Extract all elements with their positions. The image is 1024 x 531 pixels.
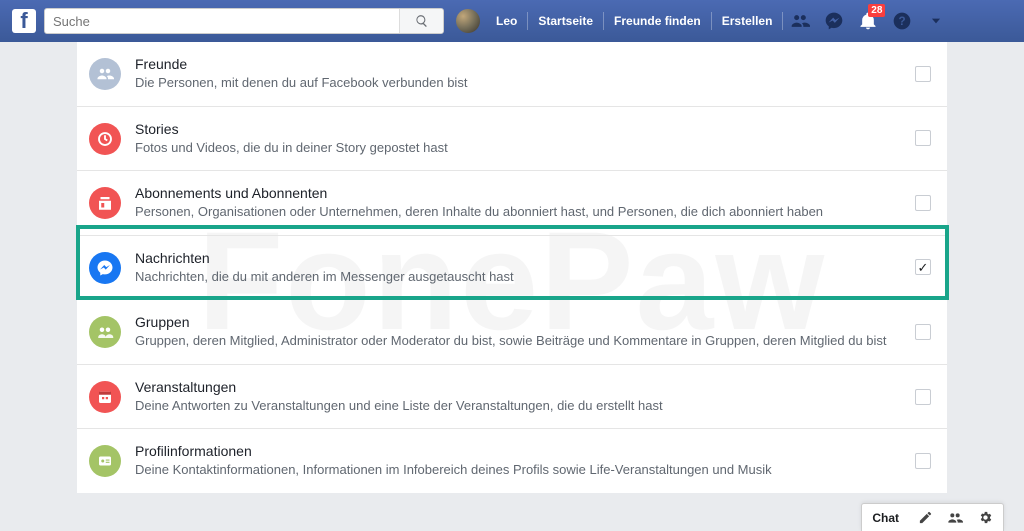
search-icon <box>415 14 429 28</box>
notifications-badge: 28 <box>868 4 885 17</box>
row-body: Abonnements und Abonnenten Personen, Orga… <box>135 185 931 221</box>
chat-settings-button[interactable] <box>977 510 993 526</box>
chat-dock[interactable]: Chat <box>861 503 1004 531</box>
facebook-logo-icon[interactable]: f <box>12 9 36 33</box>
settings-list: Freunde Die Personen, mit denen du auf Fa… <box>77 42 947 493</box>
row-checkbox[interactable] <box>915 389 931 405</box>
row-checkbox[interactable] <box>915 324 931 340</box>
friend-requests-button[interactable] <box>787 0 813 42</box>
row-title: Nachrichten <box>135 250 903 266</box>
help-icon: ? <box>892 11 912 31</box>
settings-row-events: Veranstaltungen Deine Antworten zu Verans… <box>77 365 947 430</box>
row-title: Abonnements und Abonnenten <box>135 185 903 201</box>
messages-icon <box>89 252 121 284</box>
people-icon <box>947 510 963 526</box>
settings-row-groups: Gruppen Gruppen, deren Mitglied, Administ… <box>77 300 947 365</box>
chevron-down-icon <box>929 14 943 28</box>
chat-label: Chat <box>872 511 899 525</box>
nav-home[interactable]: Startseite <box>528 0 603 42</box>
messenger-button[interactable] <box>821 0 847 42</box>
row-body: Gruppen Gruppen, deren Mitglied, Administ… <box>135 314 931 350</box>
search-button[interactable] <box>399 9 443 33</box>
row-title: Stories <box>135 121 903 137</box>
account-menu-button[interactable] <box>923 0 949 42</box>
settings-row-messages: Nachrichten Nachrichten, die du mit ander… <box>77 236 947 301</box>
stories-icon <box>89 123 121 155</box>
row-checkbox[interactable] <box>915 195 931 211</box>
row-desc: Fotos und Videos, die du in deiner Story… <box>135 139 903 157</box>
events-icon <box>89 381 121 413</box>
row-checkbox[interactable] <box>915 259 931 275</box>
row-desc: Deine Kontaktinformationen, Informatione… <box>135 461 903 479</box>
help-button[interactable]: ? <box>889 0 915 42</box>
row-desc: Nachrichten, die du mit anderen im Messe… <box>135 268 903 286</box>
settings-row-profile: Profilinformationen Deine Kontaktinformat… <box>77 429 947 493</box>
row-title: Profilinformationen <box>135 443 903 459</box>
row-desc: Deine Antworten zu Veranstaltungen und e… <box>135 397 903 415</box>
settings-row-friends: Freunde Die Personen, mit denen du auf Fa… <box>77 42 947 107</box>
nav-divider <box>782 12 783 30</box>
notifications-button[interactable]: 28 <box>855 0 881 42</box>
follows-icon <box>89 187 121 219</box>
row-checkbox[interactable] <box>915 66 931 82</box>
search-wrap <box>44 8 444 34</box>
row-body: Profilinformationen Deine Kontaktinformat… <box>135 443 931 479</box>
settings-panel: Freunde Die Personen, mit denen du auf Fa… <box>77 42 947 493</box>
row-desc: Die Personen, mit denen du auf Facebook … <box>135 74 903 92</box>
compose-icon <box>918 510 933 525</box>
top-header: f Leo Startseite Freunde finden Erstelle… <box>0 0 1024 42</box>
search-input[interactable] <box>45 14 399 29</box>
user-name-link[interactable]: Leo <box>486 0 527 42</box>
avatar[interactable] <box>456 9 480 33</box>
gear-icon <box>978 510 993 525</box>
svg-text:?: ? <box>899 15 906 28</box>
chat-people-button[interactable] <box>947 510 963 526</box>
nav-find-friends[interactable]: Freunde finden <box>604 0 711 42</box>
row-body: Veranstaltungen Deine Antworten zu Verans… <box>135 379 931 415</box>
settings-row-follows: Abonnements und Abonnenten Personen, Orga… <box>77 171 947 236</box>
row-body: Freunde Die Personen, mit denen du auf Fa… <box>135 56 931 92</box>
profile-icon <box>89 445 121 477</box>
settings-row-stories: Stories Fotos und Videos, die du in deine… <box>77 107 947 172</box>
row-checkbox[interactable] <box>915 130 931 146</box>
row-desc: Gruppen, deren Mitglied, Administrator o… <box>135 332 903 350</box>
nav-create[interactable]: Erstellen <box>712 0 783 42</box>
row-title: Freunde <box>135 56 903 72</box>
row-body: Stories Fotos und Videos, die du in deine… <box>135 121 931 157</box>
row-title: Veranstaltungen <box>135 379 903 395</box>
people-icon <box>790 11 810 31</box>
row-checkbox[interactable] <box>915 453 931 469</box>
compose-button[interactable] <box>917 510 933 526</box>
messenger-icon <box>824 11 844 31</box>
groups-icon <box>89 316 121 348</box>
row-body: Nachrichten Nachrichten, die du mit ander… <box>135 250 931 286</box>
row-title: Gruppen <box>135 314 903 330</box>
row-desc: Personen, Organisationen oder Unternehme… <box>135 203 903 221</box>
friends-icon <box>89 58 121 90</box>
